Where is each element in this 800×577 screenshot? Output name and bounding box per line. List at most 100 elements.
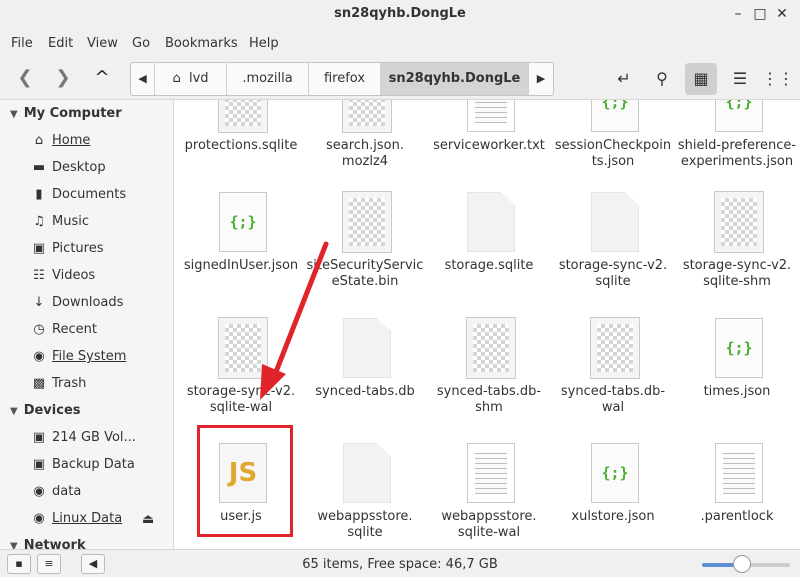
file-item[interactable]: {;} times.json <box>675 318 799 438</box>
filesystem-icon: ◉ <box>33 349 45 364</box>
trash-icon: ▩ <box>32 376 46 391</box>
search-icon[interactable]: ⚲ <box>646 63 678 95</box>
maximize-icon[interactable]: □ <box>750 4 770 24</box>
file-item[interactable]: synced-tabs.db <box>303 318 427 438</box>
file-item[interactable]: synced-tabs.db-shm <box>427 317 551 438</box>
file-name: .parentlock <box>700 509 774 524</box>
sidebar-item-trash[interactable]: ▩ Trash <box>30 373 170 395</box>
menu-help[interactable]: Help <box>249 36 279 51</box>
close-icon[interactable]: ✕ <box>772 4 792 24</box>
sidebar-item-file-system[interactable]: ◉ File System <box>30 346 170 368</box>
chevron-down-icon: ▼ <box>10 406 18 417</box>
file-item[interactable]: storage-sync-v2. sqlite-shm <box>675 191 799 312</box>
path-left-arrow-icon[interactable]: ◀ <box>131 63 155 95</box>
menu-file[interactable]: File <box>11 36 33 51</box>
menu-bookmarks[interactable]: Bookmarks <box>165 36 238 51</box>
file-name: storage-sync-v2. sqlite <box>558 258 668 289</box>
file-name: synced-tabs.db-wal <box>560 384 666 415</box>
file-name: protections.sqlite <box>184 138 298 153</box>
chevron-down-icon: ▼ <box>10 541 18 549</box>
sidebar-item-volume[interactable]: ▣ 214 GB Vol... <box>30 427 170 449</box>
file-name: storage.sqlite <box>444 258 534 273</box>
checker-file-icon <box>218 317 268 379</box>
file-item[interactable]: webappsstore. sqlite-wal <box>427 443 551 549</box>
file-item[interactable]: serviceworker.txt <box>427 100 551 192</box>
menu-go[interactable]: Go <box>132 36 150 51</box>
sidebar-item-videos[interactable]: ☷ Videos <box>30 265 170 287</box>
sidebar-section-devices[interactable]: ▼ Devices <box>10 403 81 418</box>
file-item[interactable]: protections.sqlite <box>179 100 303 192</box>
blank-file-icon <box>591 192 639 252</box>
json-file-icon: {;} <box>715 100 763 132</box>
status-text: 65 items, Free space: 46,7 GB <box>302 557 498 572</box>
breadcrumb-current[interactable]: sn28qyhb.DongLe <box>381 63 529 95</box>
path-right-arrow-icon[interactable]: ▶ <box>529 63 553 95</box>
sidebar-item-recent[interactable]: ◷ Recent <box>30 319 170 341</box>
drive-icon: ◉ <box>33 511 45 526</box>
sidebar-item-documents[interactable]: ▮ Documents <box>30 184 170 206</box>
forward-button[interactable]: ❯ <box>49 64 77 92</box>
file-item[interactable]: {;} shield-preference-experiments.json <box>675 100 799 192</box>
sidebar-item-pictures[interactable]: ▣ Pictures <box>30 238 170 260</box>
breadcrumb-lvd[interactable]: ⌂ lvd <box>155 63 227 95</box>
back-button[interactable]: ❮ <box>11 64 39 92</box>
blank-file-icon <box>467 192 515 252</box>
file-name: synced-tabs.db-shm <box>436 384 542 415</box>
toggle-location-icon[interactable]: ↵ <box>608 63 640 95</box>
breadcrumb-mozilla[interactable]: .mozilla <box>227 63 309 95</box>
compact-view-button[interactable]: ⋮⋮ <box>762 63 794 95</box>
sidebar-item-data[interactable]: ◉ data <box>30 481 170 503</box>
up-button[interactable]: ^ <box>88 64 116 92</box>
pictures-icon: ▣ <box>32 241 46 256</box>
text-file-icon <box>467 100 515 132</box>
checker-file-icon <box>342 191 392 253</box>
desktop-icon: ▬ <box>32 160 46 175</box>
sidebar-section-my-computer[interactable]: ▼ My Computer <box>10 106 122 121</box>
checker-file-icon <box>590 317 640 379</box>
menu-view[interactable]: View <box>87 36 118 51</box>
file-item[interactable]: siteSecurityServic eState.bin <box>303 191 427 312</box>
file-item[interactable]: storage-sync-v2. sqlite-wal <box>179 317 303 438</box>
minimize-icon[interactable]: – <box>728 4 748 24</box>
json-file-icon: {;} <box>219 192 267 252</box>
status-bar: ▪ ≡ ◀ 65 items, Free space: 46,7 GB <box>0 549 800 577</box>
drive-icon: ▣ <box>32 430 46 445</box>
title-bar: sn28qyhb.DongLe – □ ✕ <box>0 0 800 28</box>
file-name: webappsstore. sqlite-wal <box>441 509 537 540</box>
file-name: synced-tabs.db <box>315 384 415 399</box>
sidebar-section-network[interactable]: ▼ Network <box>10 538 86 549</box>
icon-view-button[interactable]: ▦ <box>685 63 717 95</box>
file-item[interactable]: storage-sync-v2. sqlite <box>551 192 675 312</box>
eject-icon[interactable]: ⏏ <box>142 512 154 527</box>
path-bar: ◀ ⌂ lvd .mozilla firefox sn28qyhb.DongLe… <box>130 62 554 96</box>
drive-icon: ▣ <box>32 457 46 472</box>
breadcrumb-firefox[interactable]: firefox <box>309 63 381 95</box>
chevron-down-icon: ▼ <box>10 109 18 120</box>
list-view-button[interactable]: ☰ <box>724 63 756 95</box>
sidebar-item-desktop[interactable]: ▬ Desktop <box>30 157 170 179</box>
downloads-icon: ↓ <box>33 295 45 310</box>
file-name: sessionCheckpoin ts.json <box>554 138 672 169</box>
json-file-icon: {;} <box>715 318 763 378</box>
file-name: storage-sync-v2. sqlite-wal <box>186 384 296 415</box>
sidebar-item-music[interactable]: ♫ Music <box>30 211 170 233</box>
annotation-highlight-box <box>197 425 293 537</box>
file-item[interactable]: webappsstore. sqlite <box>303 443 427 549</box>
file-item[interactable]: search.json. mozlz4 <box>303 100 427 192</box>
checker-file-icon <box>714 191 764 253</box>
file-item[interactable]: {;} signedInUser.json <box>179 192 303 312</box>
file-item[interactable]: synced-tabs.db-wal <box>551 317 675 438</box>
sidebar-item-backup-data[interactable]: ▣ Backup Data <box>30 454 170 476</box>
text-file-icon <box>467 443 515 503</box>
sidebar-item-downloads[interactable]: ↓ Downloads <box>30 292 170 314</box>
file-item[interactable]: storage.sqlite <box>427 192 551 312</box>
file-item[interactable]: {;} xulstore.json <box>551 443 675 549</box>
checker-file-icon <box>342 100 392 133</box>
sidebar-item-home[interactable]: ⌂ Home <box>30 130 170 152</box>
zoom-slider-handle[interactable] <box>732 555 751 573</box>
file-item[interactable]: .parentlock <box>675 443 799 549</box>
file-item[interactable]: {;} sessionCheckpoin ts.json <box>551 100 675 192</box>
menu-edit[interactable]: Edit <box>48 36 73 51</box>
file-name: times.json <box>703 384 771 399</box>
window-title: sn28qyhb.DongLe <box>334 6 466 21</box>
